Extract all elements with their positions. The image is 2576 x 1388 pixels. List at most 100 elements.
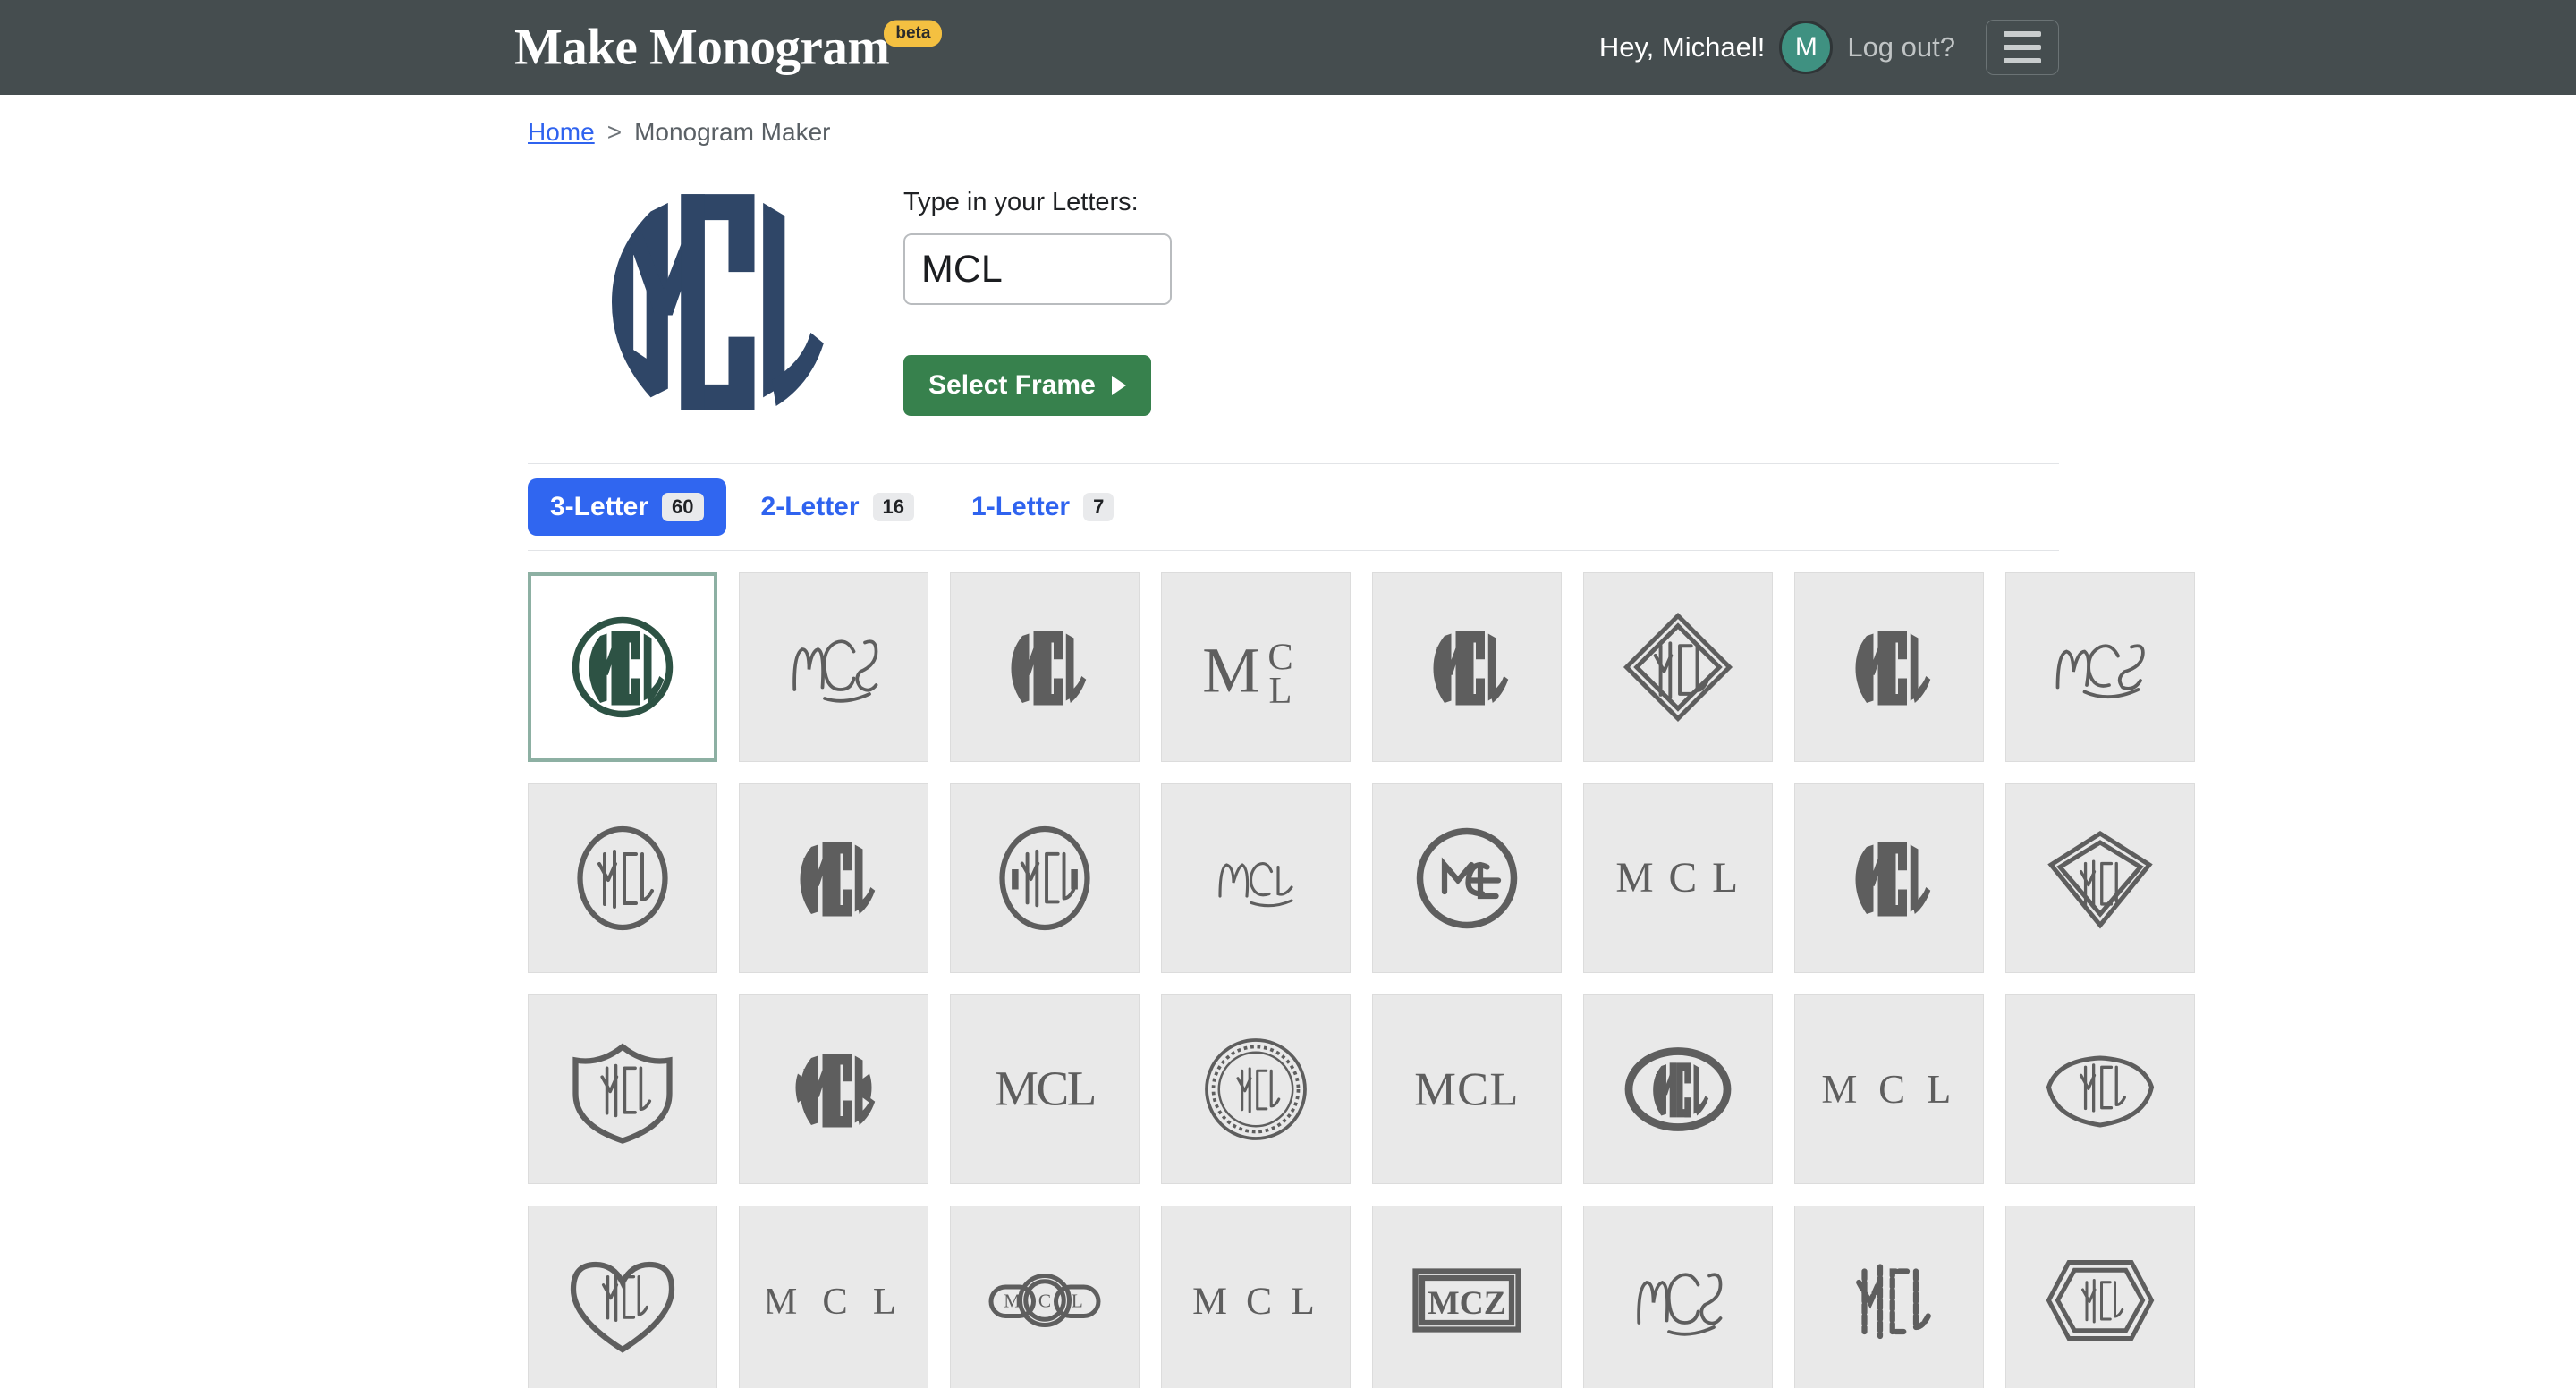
tab-2-letter[interactable]: 2-Letter 16 — [739, 478, 937, 536]
brand-title: Make Monogram — [514, 19, 890, 76]
monogram-art-rect-box: MCZ — [1412, 1268, 1521, 1333]
monogram-tile-selected[interactable] — [528, 572, 717, 762]
monogram-art-brush-block — [800, 842, 876, 917]
monogram-art-chain-link: M C L — [988, 1274, 1101, 1327]
letters-input[interactable] — [903, 233, 1172, 305]
avatar[interactable]: M — [1779, 21, 1834, 74]
monogram-tile[interactable] — [2005, 572, 2195, 762]
monogram-tile[interactable] — [2005, 783, 2195, 973]
monogram-tile[interactable]: M C L — [1583, 783, 1773, 973]
monogram-tile[interactable]: MCZ — [1372, 1206, 1562, 1388]
monogram-tile[interactable] — [1372, 783, 1562, 973]
monogram-style-grid: M C L M C L MCL MCL M C L M C L M C L M … — [528, 551, 2195, 1388]
monogram-art-serif-joined: MCL — [995, 1062, 1097, 1116]
svg-text:M C L: M C L — [1615, 855, 1740, 901]
monogram-tile[interactable] — [2005, 1206, 2195, 1388]
monogram-art-rope-circle — [1205, 1038, 1307, 1140]
hamburger-menu-icon[interactable] — [1986, 20, 2059, 75]
tab-label: 2-Letter — [760, 492, 860, 521]
monogram-art-banner-oval — [2046, 1055, 2155, 1128]
svg-text:M C L: M C L — [1192, 1280, 1319, 1323]
monogram-art-oval-outline — [577, 825, 668, 931]
tab-count-badge: 60 — [662, 493, 704, 521]
monogram-tile[interactable] — [528, 1206, 717, 1388]
monogram-art-rough-block — [1855, 631, 1931, 706]
breadcrumb-home-link[interactable]: Home — [528, 118, 595, 147]
monogram-art-hexagon-frame — [2046, 1260, 2155, 1341]
monogram-tile[interactable]: MCL — [950, 994, 1140, 1184]
monogram-tile[interactable] — [1583, 572, 1773, 762]
svg-text:M C L: M C L — [1822, 1067, 1956, 1112]
monogram-tile[interactable]: M C L — [1794, 994, 1984, 1184]
beta-badge: beta — [884, 20, 943, 47]
tab-label: 1-Letter — [971, 492, 1071, 521]
monogram-tile[interactable] — [2005, 994, 2195, 1184]
monogram-tile[interactable] — [1372, 572, 1562, 762]
monogram-art-circle-solid-tall — [1433, 631, 1509, 706]
monogram-art-script-vine — [1637, 1273, 1723, 1336]
breadcrumb: Home > Monogram Maker — [528, 95, 2059, 147]
tab-3-letter[interactable]: 3-Letter 60 — [528, 478, 726, 536]
brand-logo[interactable]: Make Monogram beta — [514, 19, 943, 76]
svg-text:MCL: MCL — [995, 1062, 1095, 1116]
monogram-tile[interactable] — [1794, 783, 1984, 973]
monogram-art-serif-spaced: M C L — [1822, 1067, 1956, 1112]
tab-1-letter[interactable]: 1-Letter 7 — [949, 478, 1136, 536]
monogram-art-circle-deco — [999, 825, 1090, 931]
monogram-tile[interactable] — [739, 572, 928, 762]
monogram-art-circle-solid — [1011, 631, 1087, 706]
letters-field-label: Type in your Letters: — [903, 188, 1139, 216]
hamburger-bar — [2004, 58, 2041, 63]
header-user-area: Hey, Michael! M Log out? — [1599, 20, 2059, 75]
monogram-tile[interactable] — [1583, 1206, 1773, 1388]
monogram-art-plain-serif-wide: M C L — [1615, 855, 1740, 901]
letter-count-tabs: 3-Letter 60 2-Letter 16 1-Letter 7 — [528, 463, 2059, 551]
page-container: Home > Monogram Maker Type in your Lette… — [528, 95, 2195, 1388]
monogram-art-leaf-circle — [795, 1054, 876, 1128]
breadcrumb-separator: > — [606, 118, 623, 146]
site-header: Make Monogram beta Hey, Michael! M Log o… — [0, 0, 2576, 95]
logout-link[interactable]: Log out? — [1847, 31, 1955, 63]
monogram-art-thin-script — [1218, 862, 1293, 908]
monogram-art-diamond-frame — [1623, 612, 1733, 723]
monogram-tile[interactable]: M C L — [739, 1206, 928, 1388]
monogram-tile[interactable]: M C L — [1161, 1206, 1351, 1388]
monogram-tile[interactable] — [1161, 994, 1351, 1184]
monogram-preview — [528, 168, 903, 436]
monogram-art-shield-diamond — [2047, 831, 2153, 929]
monogram-tile[interactable] — [1583, 994, 1773, 1184]
monogram-art-shield-frame — [572, 1043, 673, 1144]
monogram-tile[interactable] — [739, 783, 928, 973]
monogram-tile[interactable] — [1161, 783, 1351, 973]
caret-right-icon — [1111, 376, 1126, 395]
monogram-art-serif-stacked: M C L — [1202, 634, 1292, 713]
svg-text:L: L — [1072, 1291, 1083, 1312]
monogram-art-arch-block — [1855, 842, 1931, 917]
monogram-tile[interactable] — [739, 994, 928, 1184]
monogram-art-serif-plain: M C L — [1192, 1280, 1319, 1323]
select-frame-label: Select Frame — [928, 370, 1096, 400]
select-frame-button[interactable]: Select Frame — [903, 355, 1151, 416]
monogram-tile[interactable] — [950, 783, 1140, 973]
monogram-art-serif-thin-spaced: M C L — [767, 1281, 896, 1323]
monogram-tile[interactable] — [1794, 572, 1984, 762]
svg-text:MCL: MCL — [1414, 1064, 1520, 1116]
monogram-tile[interactable]: MCL — [1372, 994, 1562, 1184]
monogram-tile[interactable] — [1794, 1206, 1984, 1388]
user-greeting: Hey, Michael! — [1598, 31, 1766, 63]
svg-text:L: L — [1269, 670, 1292, 712]
monogram-art-oval-filled — [1624, 1047, 1732, 1131]
monogram-tile[interactable]: M C L — [950, 1206, 1140, 1388]
monogram-tile[interactable] — [528, 994, 717, 1184]
monogram-controls: Type in your Letters: Select Frame — [903, 168, 1172, 416]
monogram-tile[interactable] — [950, 572, 1140, 762]
monogram-tile[interactable]: M C L — [1161, 572, 1351, 762]
avatar-initial: M — [1794, 32, 1818, 62]
tab-label: 3-Letter — [550, 492, 649, 521]
hamburger-bar — [2004, 31, 2041, 37]
monogram-tile[interactable] — [528, 783, 717, 973]
monogram-preview-art — [612, 194, 824, 410]
monogram-art-serif-caps: MCL — [1414, 1064, 1520, 1116]
svg-text:M: M — [1202, 634, 1259, 707]
monogram-art-heart-frame — [570, 1261, 675, 1353]
